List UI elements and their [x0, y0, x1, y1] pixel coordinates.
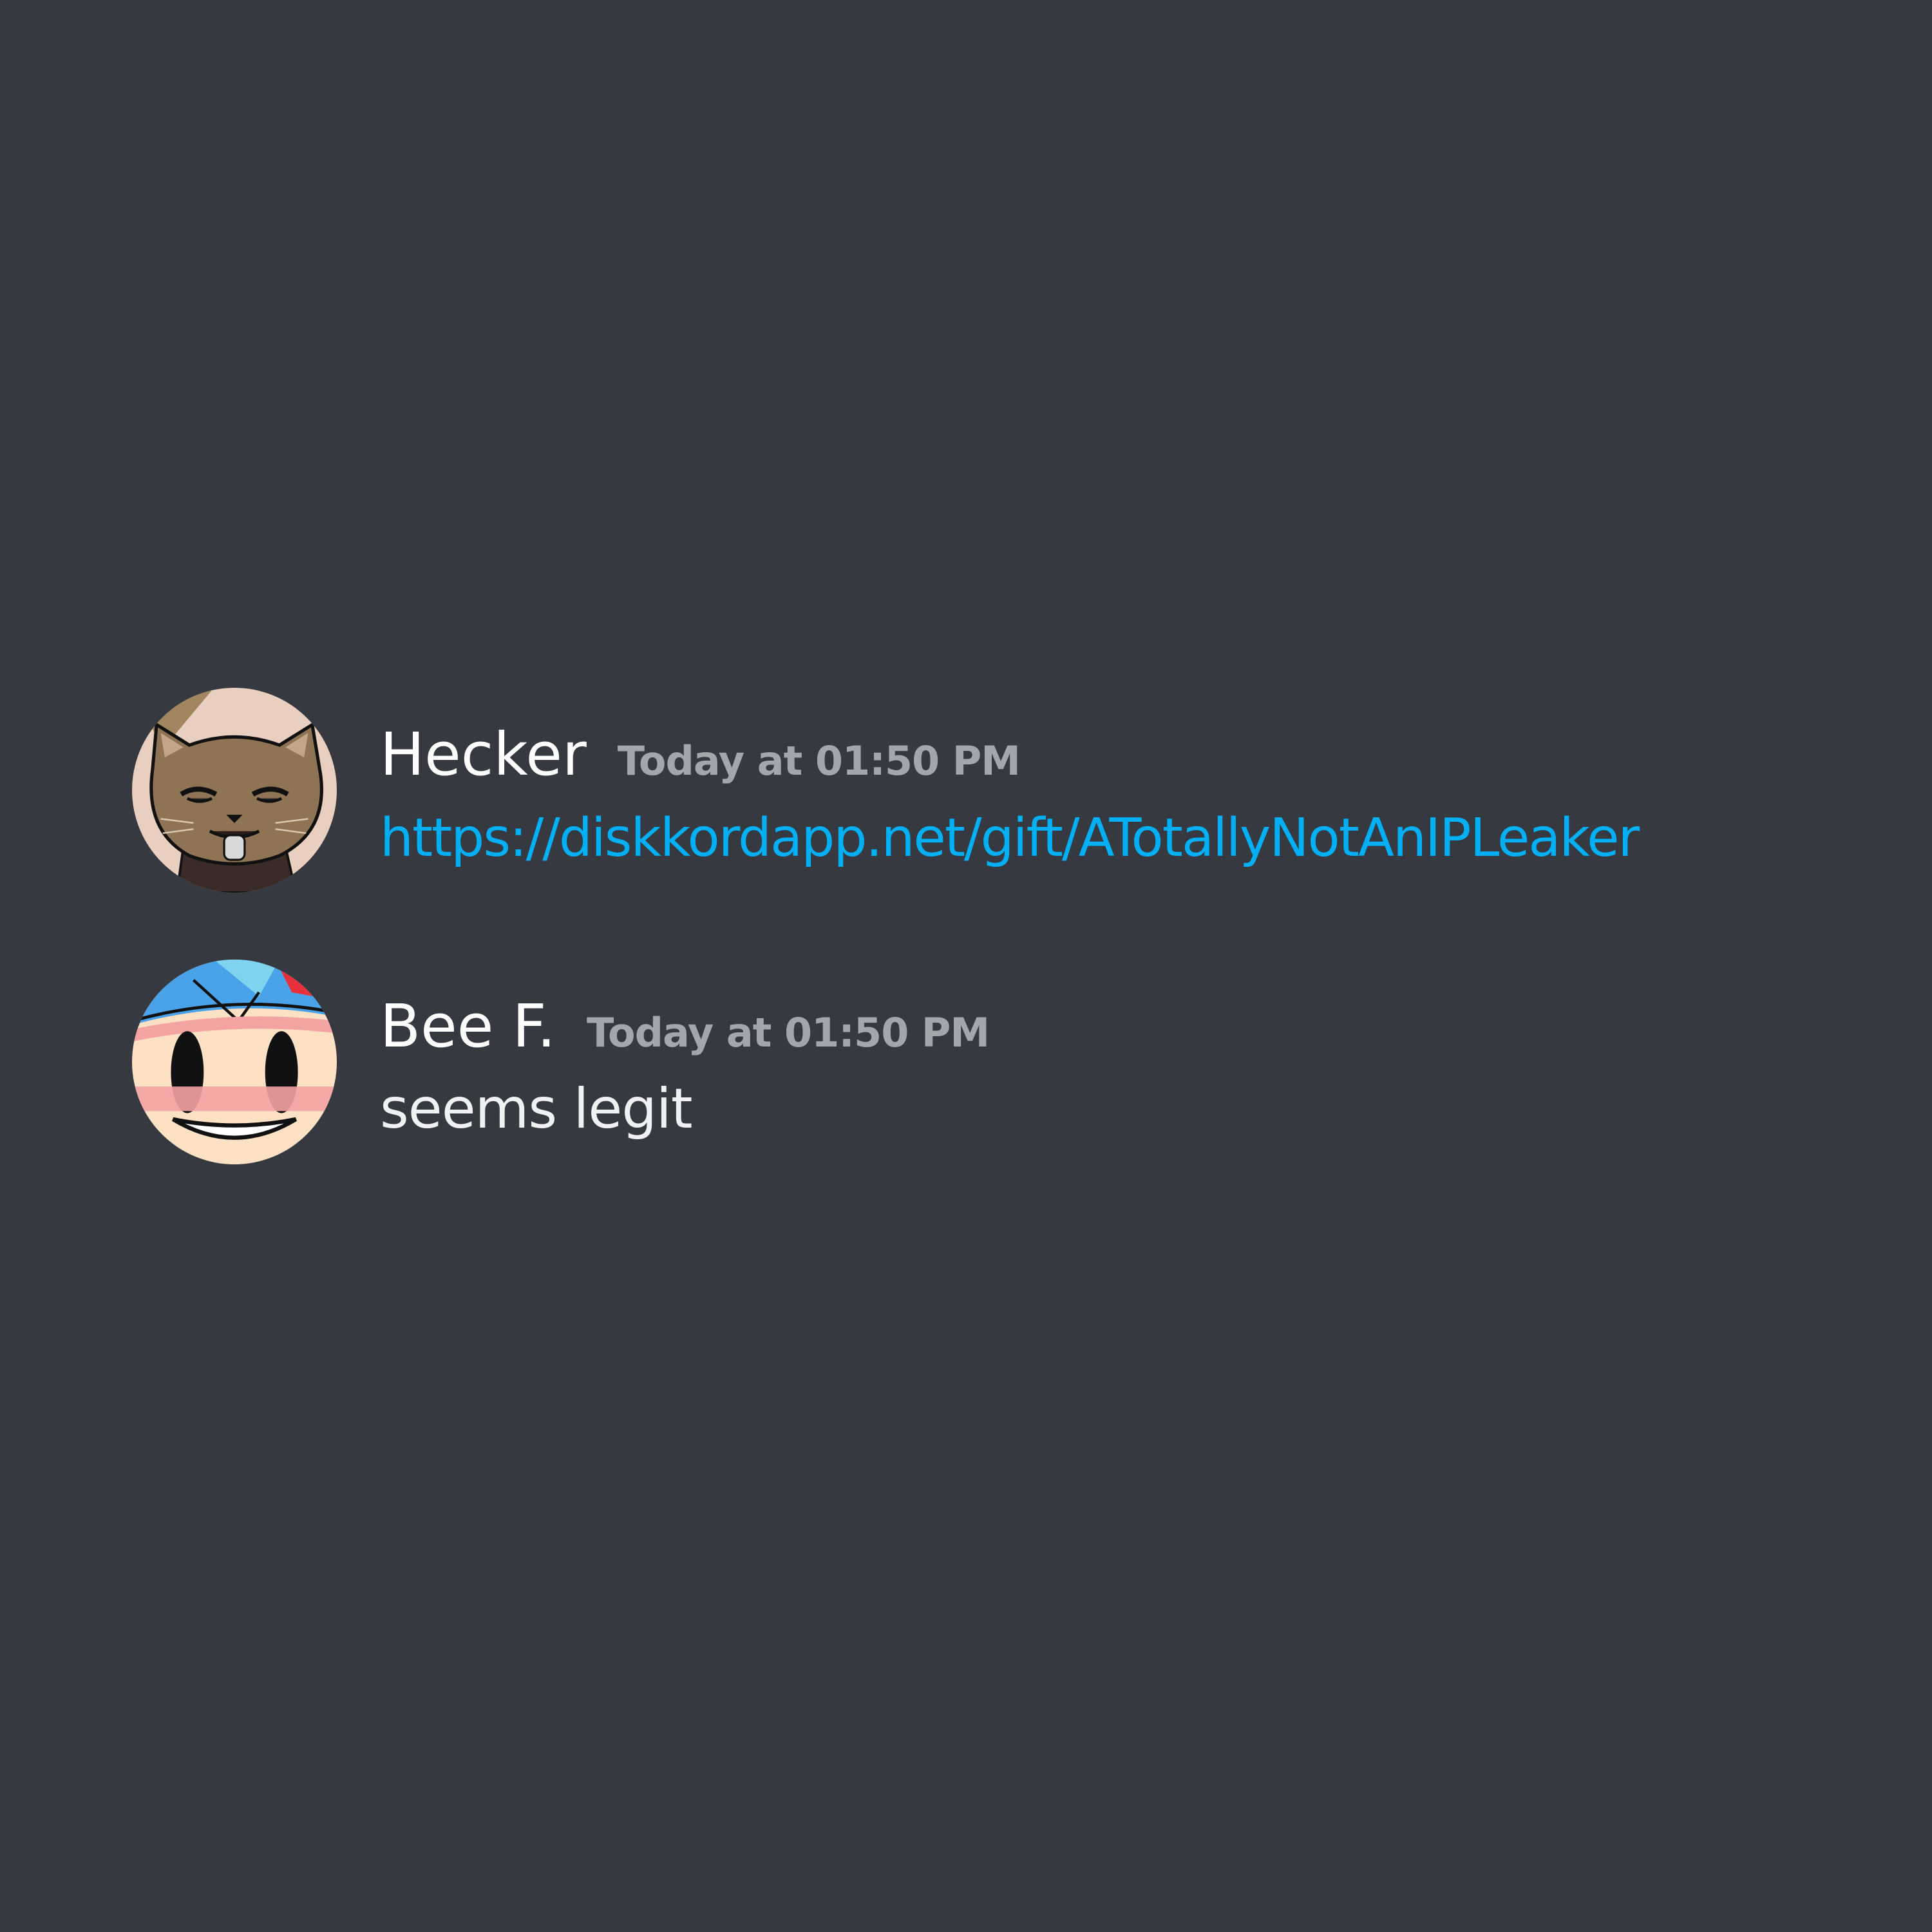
message-timestamp: Today at 01:50 PM: [586, 1009, 990, 1056]
username[interactable]: Bee F.: [380, 992, 556, 1061]
message-text: seems legit: [380, 1077, 693, 1141]
smiley-face-avatar-icon[interactable]: [132, 960, 337, 1164]
username[interactable]: Hecker: [380, 720, 587, 789]
chat-message: Hecker Today at 01:50 PM https://diskkord…: [132, 688, 1903, 900]
chat-message-list: Hecker Today at 01:50 PM https://diskkord…: [0, 0, 1932, 1932]
message-header: Bee F. Today at 01:50 PM: [380, 992, 990, 1063]
message-link[interactable]: https://diskkordapp.net/gift/ATotallyNot…: [380, 808, 1640, 869]
message-content: seems legit: [380, 1077, 693, 1141]
chat-message: Bee F. Today at 01:50 PM seems legit: [132, 960, 1903, 1172]
message-content: https://diskkordapp.net/gift/ATotallyNot…: [380, 805, 1640, 869]
message-timestamp: Today at 01:50 PM: [617, 737, 1021, 784]
cat-avatar-icon[interactable]: [132, 688, 337, 893]
message-header: Hecker Today at 01:50 PM: [380, 720, 1021, 791]
